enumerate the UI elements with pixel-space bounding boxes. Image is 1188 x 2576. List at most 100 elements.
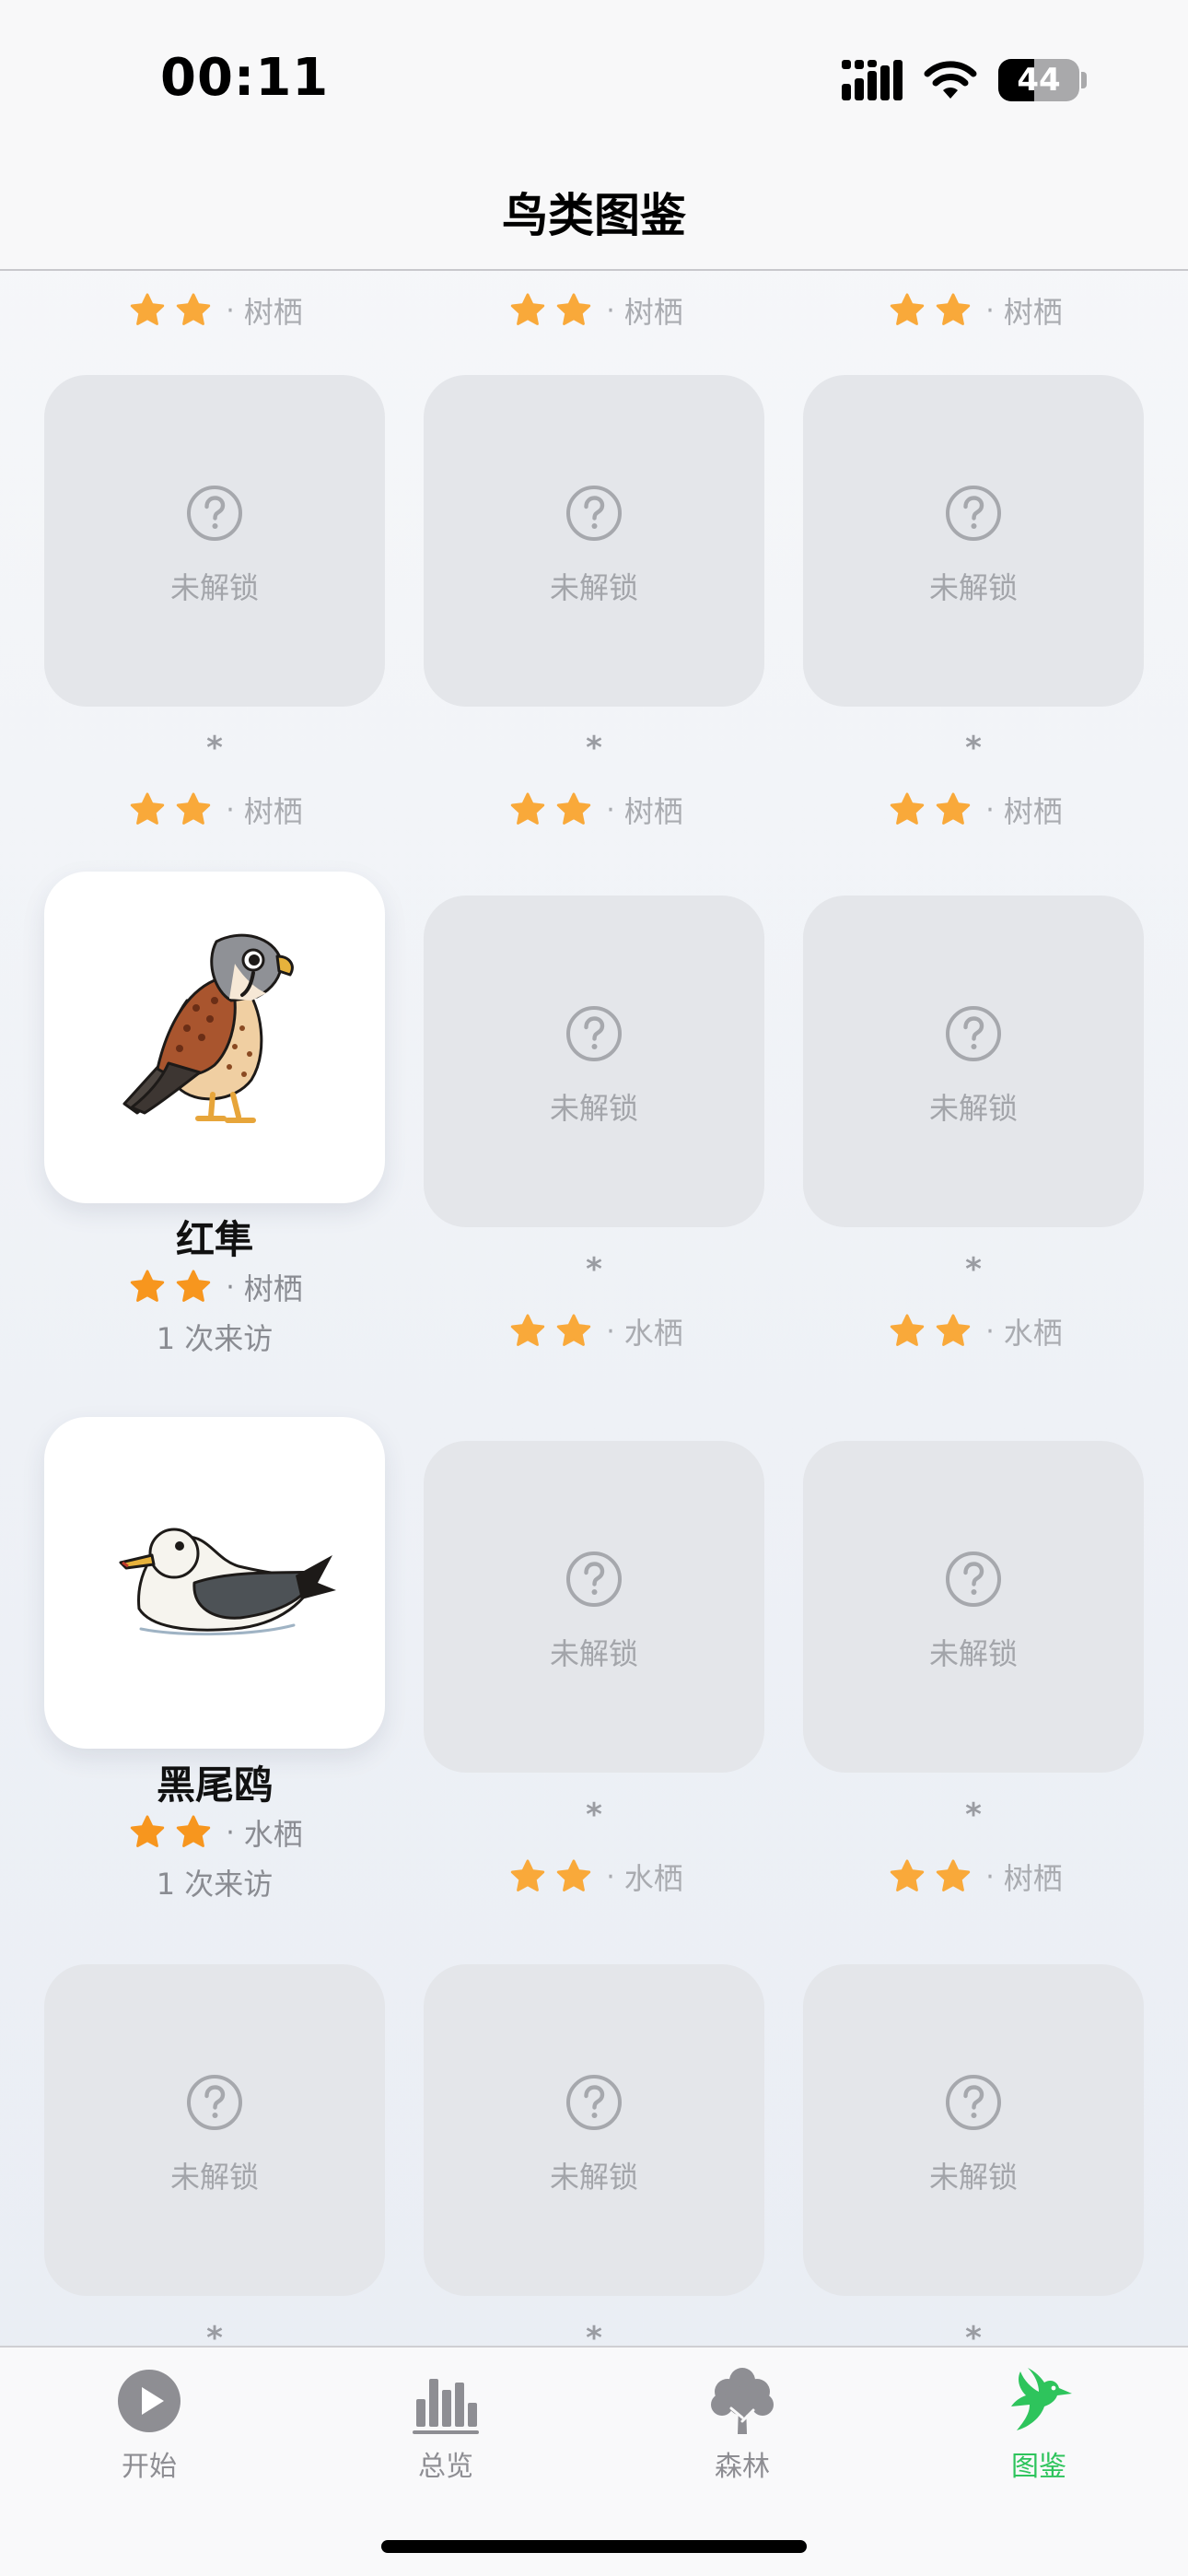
bird-card-locked[interactable]: 未解锁 xyxy=(44,375,385,707)
home-indicator[interactable] xyxy=(381,2540,807,2553)
tab-label: 开始 xyxy=(122,2451,177,2483)
question-icon xyxy=(565,484,623,543)
question-icon xyxy=(944,2073,1003,2132)
habitat-label: 树栖 xyxy=(1003,794,1063,829)
question-icon xyxy=(185,484,244,543)
battery-level: 44 xyxy=(1017,62,1061,99)
question-icon xyxy=(944,1550,1003,1609)
star-icon xyxy=(174,790,213,829)
habitat-label: 树栖 xyxy=(623,295,683,330)
habitat-label: 树栖 xyxy=(623,794,683,829)
bird-card-locked[interactable]: 未解锁 xyxy=(424,375,764,707)
separator-dot: · xyxy=(985,294,995,327)
star-icon xyxy=(888,291,926,330)
bird-card-locked[interactable]: 未解锁 xyxy=(803,375,1144,707)
status-bar: 00:11 44 xyxy=(0,0,1188,157)
locked-label: 未解锁 xyxy=(928,1091,1018,1126)
separator-dot: · xyxy=(226,793,235,826)
habitat-label: 树栖 xyxy=(243,1271,303,1306)
question-icon xyxy=(944,1004,1003,1063)
kestrel-illustration xyxy=(122,933,294,1123)
star-icon xyxy=(888,1312,926,1351)
unknown-name: * xyxy=(586,1797,602,1833)
star-icon xyxy=(888,1857,926,1896)
bird-card-black-tailed-gull[interactable] xyxy=(44,1417,385,1749)
star-icon xyxy=(508,1312,547,1351)
separator-dot: · xyxy=(606,793,615,826)
unknown-name: * xyxy=(586,1251,602,1288)
star-icon xyxy=(934,1857,973,1896)
habitat-label: 水栖 xyxy=(1003,1316,1063,1351)
question-icon xyxy=(944,484,1003,543)
hummingbird-icon xyxy=(1011,2368,1072,2430)
star-icon xyxy=(174,291,213,330)
tree-icon xyxy=(711,2368,774,2434)
separator-dot: · xyxy=(985,793,995,826)
question-icon xyxy=(565,2073,623,2132)
unknown-name: * xyxy=(965,2320,982,2346)
tab-label: 森林 xyxy=(715,2451,770,2483)
star-icon xyxy=(554,291,593,330)
nav-bar: 鸟类图鉴 xyxy=(0,157,1188,271)
tab-forest[interactable]: 森林 xyxy=(650,2357,834,2495)
bird-card-locked[interactable]: 未解锁 xyxy=(44,1964,385,2296)
habitat-label: 水栖 xyxy=(243,1817,303,1852)
locked-label: 未解锁 xyxy=(169,2160,259,2195)
bird-meta: · 水栖 xyxy=(424,1308,764,1354)
star-icon xyxy=(508,790,547,829)
star-icon xyxy=(554,1312,593,1351)
bar-chart-icon xyxy=(413,2379,479,2434)
bird-meta: · 树栖 xyxy=(43,287,384,334)
separator-dot: · xyxy=(606,1315,615,1348)
unknown-name: * xyxy=(586,2320,602,2346)
habitat-label: 树栖 xyxy=(1003,1861,1063,1896)
bird-meta: · 树栖 xyxy=(43,1264,384,1310)
tab-overview[interactable]: 总览 xyxy=(354,2357,538,2495)
tab-start[interactable]: 开始 xyxy=(57,2357,241,2495)
bird-meta: · 树栖 xyxy=(424,287,764,334)
bird-card-locked[interactable]: 未解锁 xyxy=(424,896,764,1227)
habitat-label: 树栖 xyxy=(243,794,303,829)
locked-label: 未解锁 xyxy=(928,1636,1018,1671)
locked-label: 未解锁 xyxy=(928,570,1018,605)
unknown-name: * xyxy=(965,730,982,767)
tab-label: 总览 xyxy=(418,2451,473,2483)
bird-meta: · 树栖 xyxy=(803,287,1144,334)
locked-label: 未解锁 xyxy=(169,570,259,605)
bird-card-locked[interactable]: 未解锁 xyxy=(803,1964,1144,2296)
signal-icon xyxy=(842,60,903,100)
star-icon xyxy=(934,1312,973,1351)
bird-card-locked[interactable]: 未解锁 xyxy=(424,1964,764,2296)
star-icon xyxy=(888,790,926,829)
unknown-name: * xyxy=(206,2320,223,2346)
habitat-label: 树栖 xyxy=(243,295,303,330)
black-tailed-gull-illustration xyxy=(119,1528,336,1636)
separator-dot: · xyxy=(606,1860,615,1893)
star-icon xyxy=(554,1857,593,1896)
tab-field-guide[interactable]: 图鉴 xyxy=(947,2357,1131,2495)
star-icon xyxy=(934,291,973,330)
separator-dot: · xyxy=(226,294,235,327)
bird-card-kestrel[interactable] xyxy=(44,872,385,1203)
star-icon xyxy=(128,790,167,829)
bird-card-locked[interactable]: 未解锁 xyxy=(424,1441,764,1773)
star-icon xyxy=(934,790,973,829)
battery-cap xyxy=(1081,72,1087,88)
question-icon xyxy=(565,1550,623,1609)
locked-label: 未解锁 xyxy=(928,2160,1018,2195)
habitat-label: 树栖 xyxy=(1003,295,1063,330)
bird-name: 黑尾鸥 xyxy=(156,1762,273,1808)
separator-dot: · xyxy=(226,1816,235,1849)
bird-card-locked[interactable]: 未解锁 xyxy=(803,1441,1144,1773)
bird-meta: · 树栖 xyxy=(803,1854,1144,1900)
habitat-label: 水栖 xyxy=(623,1316,683,1351)
bird-meta: · 树栖 xyxy=(43,787,384,833)
locked-label: 未解锁 xyxy=(549,2160,638,2195)
bird-card-locked[interactable]: 未解锁 xyxy=(803,896,1144,1227)
locked-label: 未解锁 xyxy=(549,1636,638,1671)
bird-grid[interactable]: · 树栖 · 树栖 · 树栖 未解锁 * · 树栖 未解锁 * · 树栖 未解锁 xyxy=(0,271,1188,2346)
visit-count: 1 次来访 xyxy=(156,1867,274,1902)
status-time: 00:11 xyxy=(160,48,330,108)
separator-dot: · xyxy=(226,1270,235,1304)
bird-meta: · 树栖 xyxy=(424,787,764,833)
